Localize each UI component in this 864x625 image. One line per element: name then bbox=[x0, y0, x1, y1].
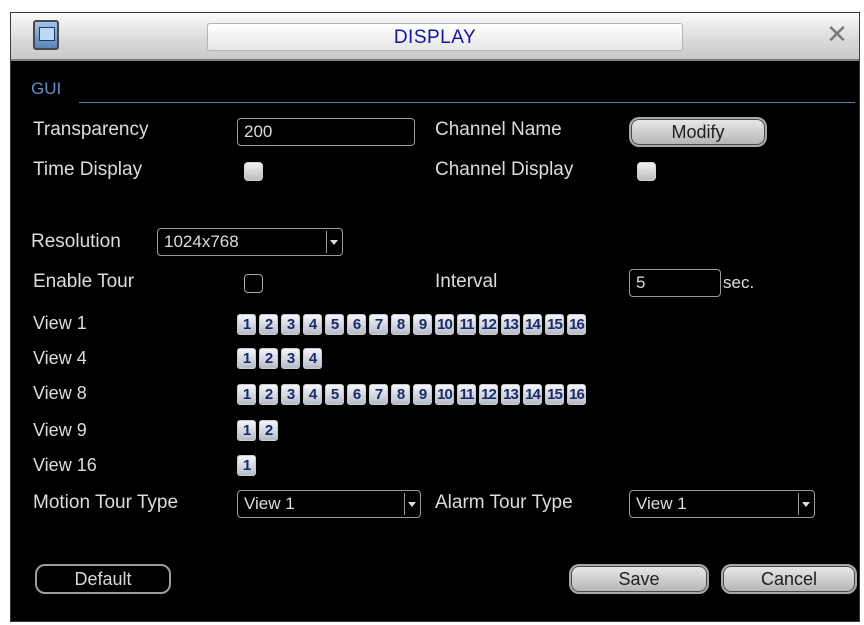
channel-toggle[interactable]: 10 bbox=[435, 384, 454, 405]
channel-toggle[interactable]: 8 bbox=[391, 314, 410, 335]
default-button[interactable]: Default bbox=[35, 564, 171, 594]
channel-toggle[interactable]: 2 bbox=[259, 314, 278, 335]
transparency-input[interactable]: 200 bbox=[237, 118, 415, 146]
channel-toggle[interactable]: 6 bbox=[347, 314, 366, 335]
view-label: View 16 bbox=[33, 455, 97, 475]
channel-name-label: Channel Name bbox=[435, 119, 562, 140]
section-divider bbox=[79, 102, 855, 103]
channel-toggle[interactable]: 16 bbox=[567, 384, 586, 405]
channel-toggle[interactable]: 4 bbox=[303, 314, 322, 335]
channel-toggle[interactable]: 7 bbox=[369, 384, 388, 405]
enable-tour-checkbox[interactable] bbox=[244, 274, 263, 293]
view-label: View 9 bbox=[33, 420, 87, 440]
channel-toggle[interactable]: 14 bbox=[523, 384, 542, 405]
interval-input[interactable]: 5 bbox=[629, 269, 721, 297]
channel-toggle[interactable]: 12 bbox=[479, 314, 498, 335]
channel-toggle[interactable]: 14 bbox=[523, 314, 542, 335]
channel-toggle[interactable]: 13 bbox=[501, 314, 520, 335]
channel-toggle[interactable]: 12 bbox=[479, 384, 498, 405]
view-4-channels: 1234 bbox=[237, 348, 322, 369]
cancel-button[interactable]: Cancel bbox=[721, 564, 857, 594]
channel-toggle[interactable]: 2 bbox=[259, 420, 278, 441]
channel-toggle[interactable]: 1 bbox=[237, 348, 256, 369]
close-icon[interactable]: ✕ bbox=[825, 22, 849, 48]
view-16-channels: 1 bbox=[237, 455, 256, 476]
channel-toggle[interactable]: 1 bbox=[237, 314, 256, 335]
motion-tour-type-value: View 1 bbox=[244, 494, 295, 513]
channel-toggle[interactable]: 11 bbox=[457, 384, 476, 405]
time-display-checkbox[interactable] bbox=[244, 162, 263, 181]
view-8-channels: 1 2 3 4 5 6 7 8 9 10 11 12 13 14 15 16 bbox=[237, 384, 586, 405]
alarm-tour-type-label: Alarm Tour Type bbox=[435, 492, 573, 513]
chevron-down-icon bbox=[404, 493, 418, 515]
interval-label: Interval bbox=[435, 271, 498, 292]
channel-toggle[interactable]: 5 bbox=[325, 384, 344, 405]
section-gui-label: GUI bbox=[31, 79, 62, 98]
channel-toggle[interactable]: 1 bbox=[237, 455, 256, 476]
channel-toggle[interactable]: 6 bbox=[347, 384, 366, 405]
transparency-label: Transparency bbox=[33, 119, 149, 140]
view-9-channels: 12 bbox=[237, 420, 278, 441]
view-label: View 4 bbox=[33, 348, 87, 368]
channel-toggle[interactable]: 1 bbox=[237, 384, 256, 405]
channel-toggle[interactable]: 3 bbox=[281, 314, 300, 335]
chevron-down-icon bbox=[326, 231, 340, 253]
channel-toggle[interactable]: 15 bbox=[545, 384, 564, 405]
channel-toggle[interactable]: 11 bbox=[457, 314, 476, 335]
channel-toggle[interactable]: 8 bbox=[391, 384, 410, 405]
modify-button[interactable]: Modify bbox=[629, 117, 767, 147]
channel-toggle[interactable]: 9 bbox=[413, 384, 432, 405]
motion-tour-type-select[interactable]: View 1 bbox=[237, 490, 421, 518]
title-bar: DISPLAY ✕ bbox=[11, 13, 859, 61]
motion-tour-type-label: Motion Tour Type bbox=[33, 492, 179, 513]
resolution-value: 1024x768 bbox=[164, 232, 239, 251]
resolution-label: Resolution bbox=[31, 231, 121, 252]
channel-toggle[interactable]: 9 bbox=[413, 314, 432, 335]
channel-toggle[interactable]: 7 bbox=[369, 314, 388, 335]
view-label: View 8 bbox=[33, 383, 87, 403]
time-display-label: Time Display bbox=[33, 159, 143, 180]
channel-toggle[interactable]: 3 bbox=[281, 348, 300, 369]
channel-toggle[interactable]: 1 bbox=[237, 420, 256, 441]
alarm-tour-type-select[interactable]: View 1 bbox=[629, 490, 815, 518]
channel-toggle[interactable]: 15 bbox=[545, 314, 564, 335]
alarm-tour-type-value: View 1 bbox=[636, 494, 687, 513]
channel-toggle[interactable]: 2 bbox=[259, 384, 278, 405]
display-dialog: DISPLAY ✕ GUI Transparency 200 Channel N… bbox=[10, 12, 860, 622]
channel-toggle[interactable]: 4 bbox=[303, 384, 322, 405]
chevron-down-icon bbox=[798, 493, 812, 515]
save-button[interactable]: Save bbox=[569, 564, 709, 594]
view-label: View 1 bbox=[33, 313, 87, 333]
channel-toggle[interactable]: 2 bbox=[259, 348, 278, 369]
window-title: DISPLAY bbox=[393, 27, 477, 48]
interval-unit: sec. bbox=[723, 273, 755, 292]
enable-tour-label: Enable Tour bbox=[33, 271, 135, 292]
channel-display-label: Channel Display bbox=[435, 159, 574, 180]
channel-toggle[interactable]: 10 bbox=[435, 314, 454, 335]
channel-toggle[interactable]: 16 bbox=[567, 314, 586, 335]
channel-toggle[interactable]: 13 bbox=[501, 384, 520, 405]
channel-toggle[interactable]: 3 bbox=[281, 384, 300, 405]
channel-display-checkbox[interactable] bbox=[637, 162, 656, 181]
channel-toggle[interactable]: 5 bbox=[325, 314, 344, 335]
resolution-select[interactable]: 1024x768 bbox=[157, 228, 343, 256]
view-1-channels: 1 2 3 4 5 6 7 8 9 10 11 12 13 14 15 16 bbox=[237, 314, 586, 335]
channel-toggle[interactable]: 4 bbox=[303, 348, 322, 369]
